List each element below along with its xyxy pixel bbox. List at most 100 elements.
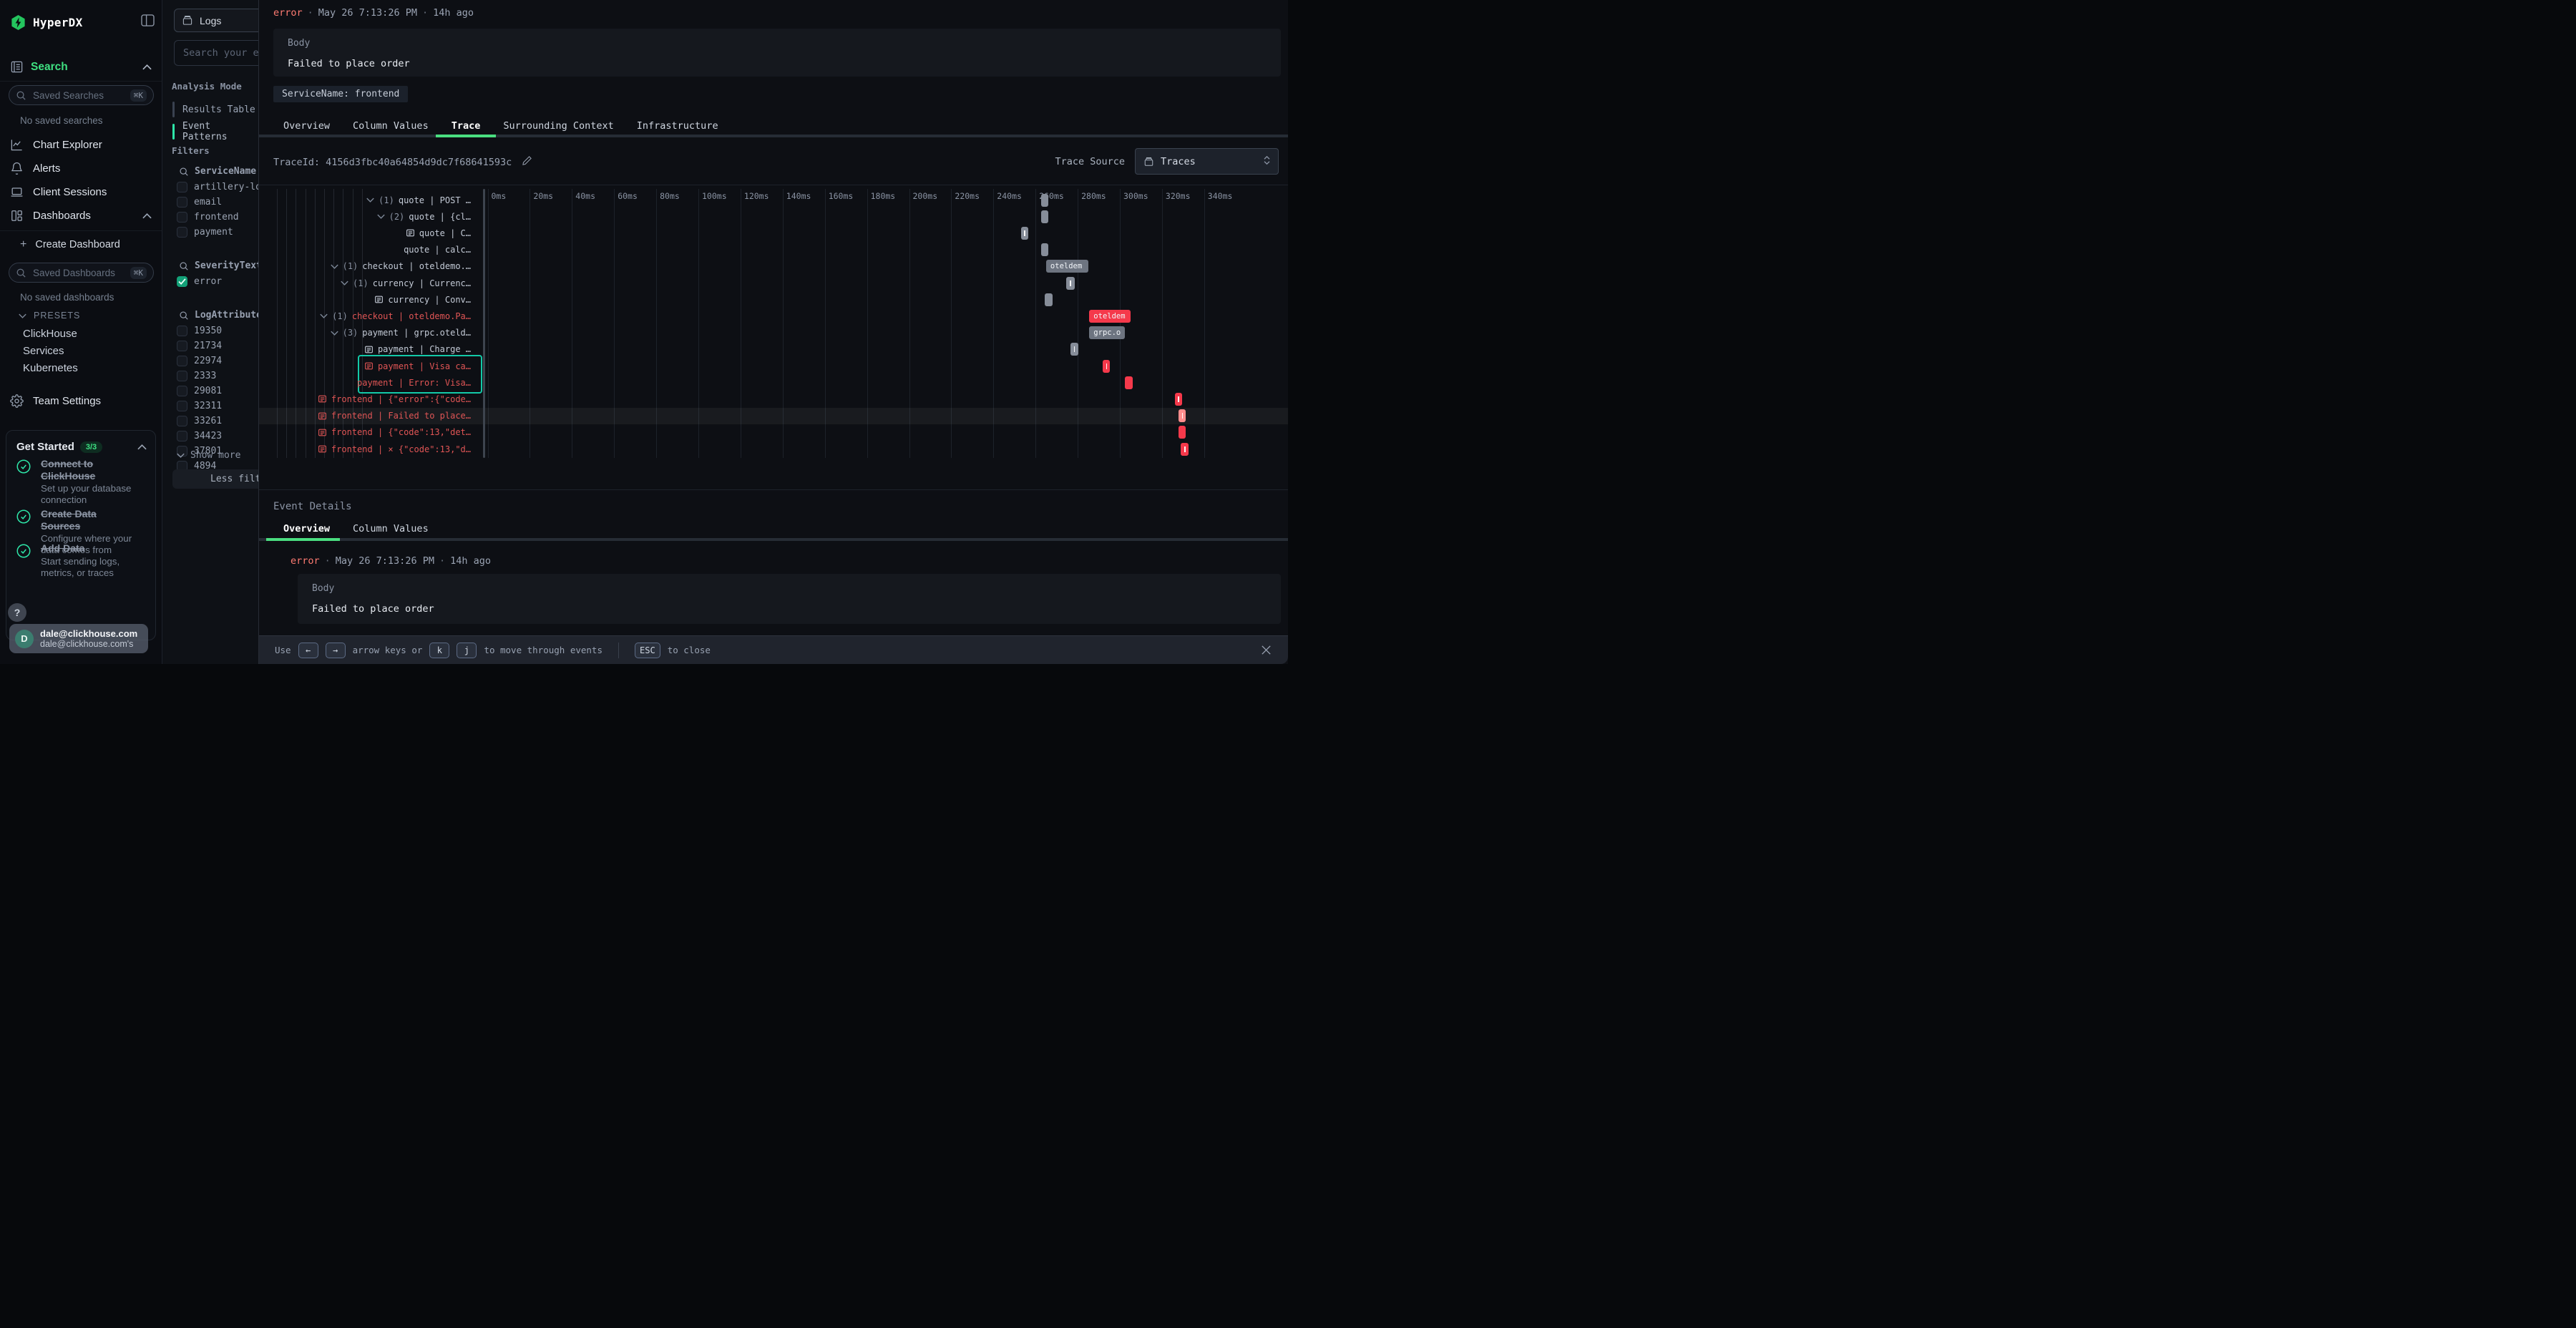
checkbox[interactable] xyxy=(177,212,187,223)
trace-tree-row[interactable]: payment | Charge … xyxy=(259,341,471,358)
span-bar[interactable] xyxy=(1070,343,1078,356)
trace-tree-row[interactable]: (1)checkout | oteldemo.Pa… xyxy=(259,308,471,324)
get-started-item[interactable]: Add DataStart sending logs, metrics, or … xyxy=(16,542,148,579)
close-icon[interactable] xyxy=(1260,644,1272,656)
checkbox[interactable] xyxy=(177,356,187,366)
span-bar[interactable] xyxy=(1021,227,1028,240)
filter-option-33261[interactable]: 33261 xyxy=(177,416,222,426)
analysis-mode-event-patterns[interactable]: Event Patterns xyxy=(172,121,258,142)
trace-tree-row[interactable]: (3)payment | grpc.oteld… xyxy=(259,325,471,341)
search-icon[interactable] xyxy=(179,311,189,321)
sidebar-item-client-sessions[interactable]: Client Sessions xyxy=(0,180,162,204)
trace-tree-row[interactable]: quote | calc… xyxy=(259,242,471,258)
tab-trace[interactable]: Trace xyxy=(452,120,481,132)
trace-tree-row[interactable]: frontend | × {"code":13,"d… xyxy=(259,441,471,457)
checkbox-checked[interactable] xyxy=(177,276,187,287)
show-more-toggle[interactable]: Show more xyxy=(177,450,240,461)
sidebar-item-alerts[interactable]: Alerts xyxy=(0,157,162,180)
less-filters-button[interactable]: Less filters xyxy=(172,469,258,489)
filter-option-artillery-loadgen[interactable]: artillery-loadgen xyxy=(177,182,258,192)
event-search-field[interactable] xyxy=(182,47,258,59)
chevron-down-icon[interactable] xyxy=(341,280,348,285)
span-bar[interactable]: grpc.o xyxy=(1089,326,1125,339)
trace-tree-row[interactable]: payment | Visa ca… xyxy=(259,358,471,374)
search-icon[interactable] xyxy=(179,261,189,271)
source-select-button[interactable]: Logs xyxy=(174,9,258,32)
span-bar[interactable] xyxy=(1179,426,1186,439)
help-button[interactable]: ? xyxy=(8,603,26,622)
waterfall-divider-scrollbar[interactable] xyxy=(483,189,485,458)
sidebar-item-dashboards[interactable]: Dashboards xyxy=(0,204,162,228)
trace-tree-row[interactable]: payment | Error: Visa… xyxy=(259,374,471,391)
sidebar-preset-clickhouse[interactable]: ClickHouse xyxy=(23,328,77,340)
filter-option-29081[interactable]: 29081 xyxy=(177,386,222,396)
trace-tree-row[interactable]: frontend | {"error":{"code… xyxy=(259,391,471,407)
create-dashboard-button[interactable]: + Create Dashboard xyxy=(20,238,120,251)
search-icon[interactable] xyxy=(179,167,189,177)
checkbox[interactable] xyxy=(177,326,187,336)
filter-option-2333[interactable]: 2333 xyxy=(177,371,216,381)
chevron-down-icon[interactable] xyxy=(366,197,374,202)
checkbox[interactable] xyxy=(177,182,187,192)
span-bar[interactable] xyxy=(1125,376,1133,389)
trace-tree-row[interactable]: quote | C… xyxy=(259,225,471,241)
get-started-header[interactable]: Get Started 3/3 xyxy=(16,441,147,453)
sidebar-preset-kubernetes[interactable]: Kubernetes xyxy=(23,362,78,374)
filter-option-email[interactable]: email xyxy=(177,197,222,208)
trace-tree-row[interactable]: currency | Conv… xyxy=(259,291,471,308)
service-name-tag[interactable]: ServiceName: frontend xyxy=(273,86,408,102)
checkbox[interactable] xyxy=(177,197,187,208)
span-bar[interactable] xyxy=(1103,360,1110,373)
span-bar[interactable] xyxy=(1179,409,1186,422)
span-bar[interactable] xyxy=(1041,194,1049,207)
checkbox[interactable] xyxy=(177,371,187,381)
sidebar-item-team-settings[interactable]: Team Settings xyxy=(10,394,101,408)
event-search-input[interactable] xyxy=(174,40,258,66)
event-details-tab-column-values[interactable]: Column Values xyxy=(353,523,429,534)
checkbox[interactable] xyxy=(177,341,187,351)
filter-option-22974[interactable]: 22974 xyxy=(177,356,222,366)
trace-tree-row[interactable]: (1)currency | Currenc… xyxy=(259,275,471,291)
presets-toggle[interactable]: PRESETS xyxy=(19,311,80,321)
tab-overview[interactable]: Overview xyxy=(283,120,330,132)
chevron-down-icon[interactable] xyxy=(331,331,338,336)
span-bar[interactable] xyxy=(1041,243,1049,256)
checkbox[interactable] xyxy=(177,431,187,441)
span-bar[interactable]: oteldem xyxy=(1046,260,1088,273)
checkbox[interactable] xyxy=(177,416,187,426)
chevron-down-icon[interactable] xyxy=(320,313,328,318)
filter-option-21734[interactable]: 21734 xyxy=(177,341,222,351)
filter-option-34423[interactable]: 34423 xyxy=(177,431,222,441)
chevron-down-icon[interactable] xyxy=(377,214,385,219)
filter-option-frontend[interactable]: frontend xyxy=(177,212,239,223)
tab-surrounding-context[interactable]: Surrounding Context xyxy=(503,120,613,132)
tab-column-values[interactable]: Column Values xyxy=(353,120,429,132)
span-bar[interactable] xyxy=(1045,293,1053,306)
checkbox[interactable] xyxy=(177,386,187,396)
trace-tree-row[interactable]: frontend | Failed to place… xyxy=(259,408,471,424)
filter-option-payment[interactable]: payment xyxy=(177,227,233,238)
filter-option-19350[interactable]: 19350 xyxy=(177,326,222,336)
get-started-item[interactable]: Connect to ClickHouseSet up your databas… xyxy=(16,458,148,506)
sidebar-section-search[interactable]: Search xyxy=(0,53,162,82)
sidebar-collapse-icon[interactable] xyxy=(141,14,155,30)
span-bar[interactable] xyxy=(1175,393,1182,406)
sidebar-preset-services[interactable]: Services xyxy=(23,345,64,357)
trace-tree-row[interactable]: (2)quote | {cl… xyxy=(259,208,471,225)
saved-dashboards-field[interactable] xyxy=(31,267,125,279)
span-bar[interactable]: oteldem xyxy=(1089,310,1130,323)
trace-tree-row[interactable]: frontend | {"code":13,"det… xyxy=(259,424,471,441)
saved-dashboards-input[interactable]: ⌘K xyxy=(9,263,154,283)
filter-option-error[interactable]: error xyxy=(177,276,222,287)
event-details-tab-overview[interactable]: Overview xyxy=(283,523,330,534)
chevron-down-icon[interactable] xyxy=(331,264,338,269)
saved-searches-input[interactable]: ⌘K xyxy=(9,85,154,105)
analysis-mode-results-table[interactable]: Results Table xyxy=(172,102,255,117)
span-bar[interactable] xyxy=(1066,277,1075,290)
filter-option-32311[interactable]: 32311 xyxy=(177,401,222,411)
trace-tree-row[interactable]: (1)quote | POST … xyxy=(259,192,471,208)
checkbox[interactable] xyxy=(177,227,187,238)
user-menu[interactable]: D dale@clickhouse.com dale@clickhouse.co… xyxy=(9,624,148,653)
span-bar[interactable] xyxy=(1041,210,1049,223)
tab-infrastructure[interactable]: Infrastructure xyxy=(637,120,718,132)
